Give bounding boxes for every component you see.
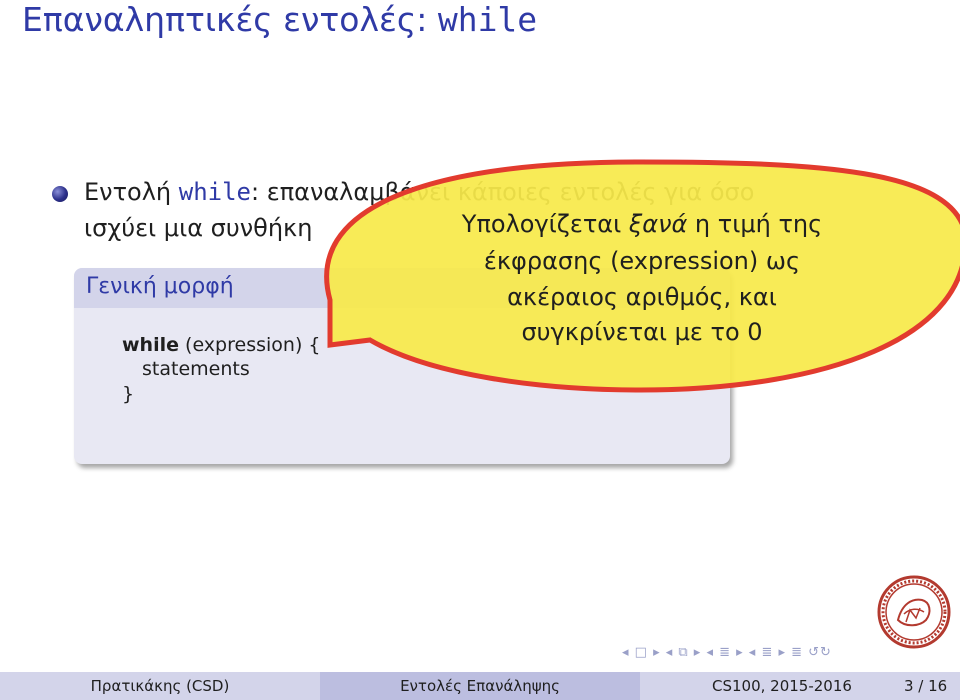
beamer-navigation[interactable]: ◂ □ ▸ ◂ ⧉ ▸ ◂ ≣ ▸ ◂ ≣ ▸ ≣ ↺↻ [622,645,832,660]
callout-line-1-rest: η τιμή της [687,210,823,238]
footer-section: Εντολές Επανάληψης [400,677,560,695]
callout-emphasis: ξανά [628,210,688,238]
university-seal-logo [877,575,951,649]
callout-line-2: έκφρασης (expression) ως [483,247,801,275]
callout-shape [324,159,960,393]
footer-section-box: Εντολές Επανάληψης [320,672,640,700]
callout-line-4: συγκρίνεται με το 0 [521,318,763,346]
callout-line-1: Υπολογίζεται ξανά η τιμή της [392,210,892,238]
callout-line-3: ακέραιος αριθμός, και [507,283,777,311]
callout-balloon [324,159,960,393]
callout-line-1-prefix: Υπολογίζεται [461,210,629,238]
footer: Πρατικάκης (CSD) Εντολές Επανάληψης CS10… [0,672,960,700]
footer-course: CS100, 2015-2016 [712,677,852,695]
footer-course-box: CS100, 2015-2016 3 / 16 [640,672,960,700]
footer-author: Πρατικάκης (CSD) [90,677,230,695]
footer-author-box: Πρατικάκης (CSD) [0,672,320,700]
footer-page-number: 3 / 16 [904,677,948,695]
